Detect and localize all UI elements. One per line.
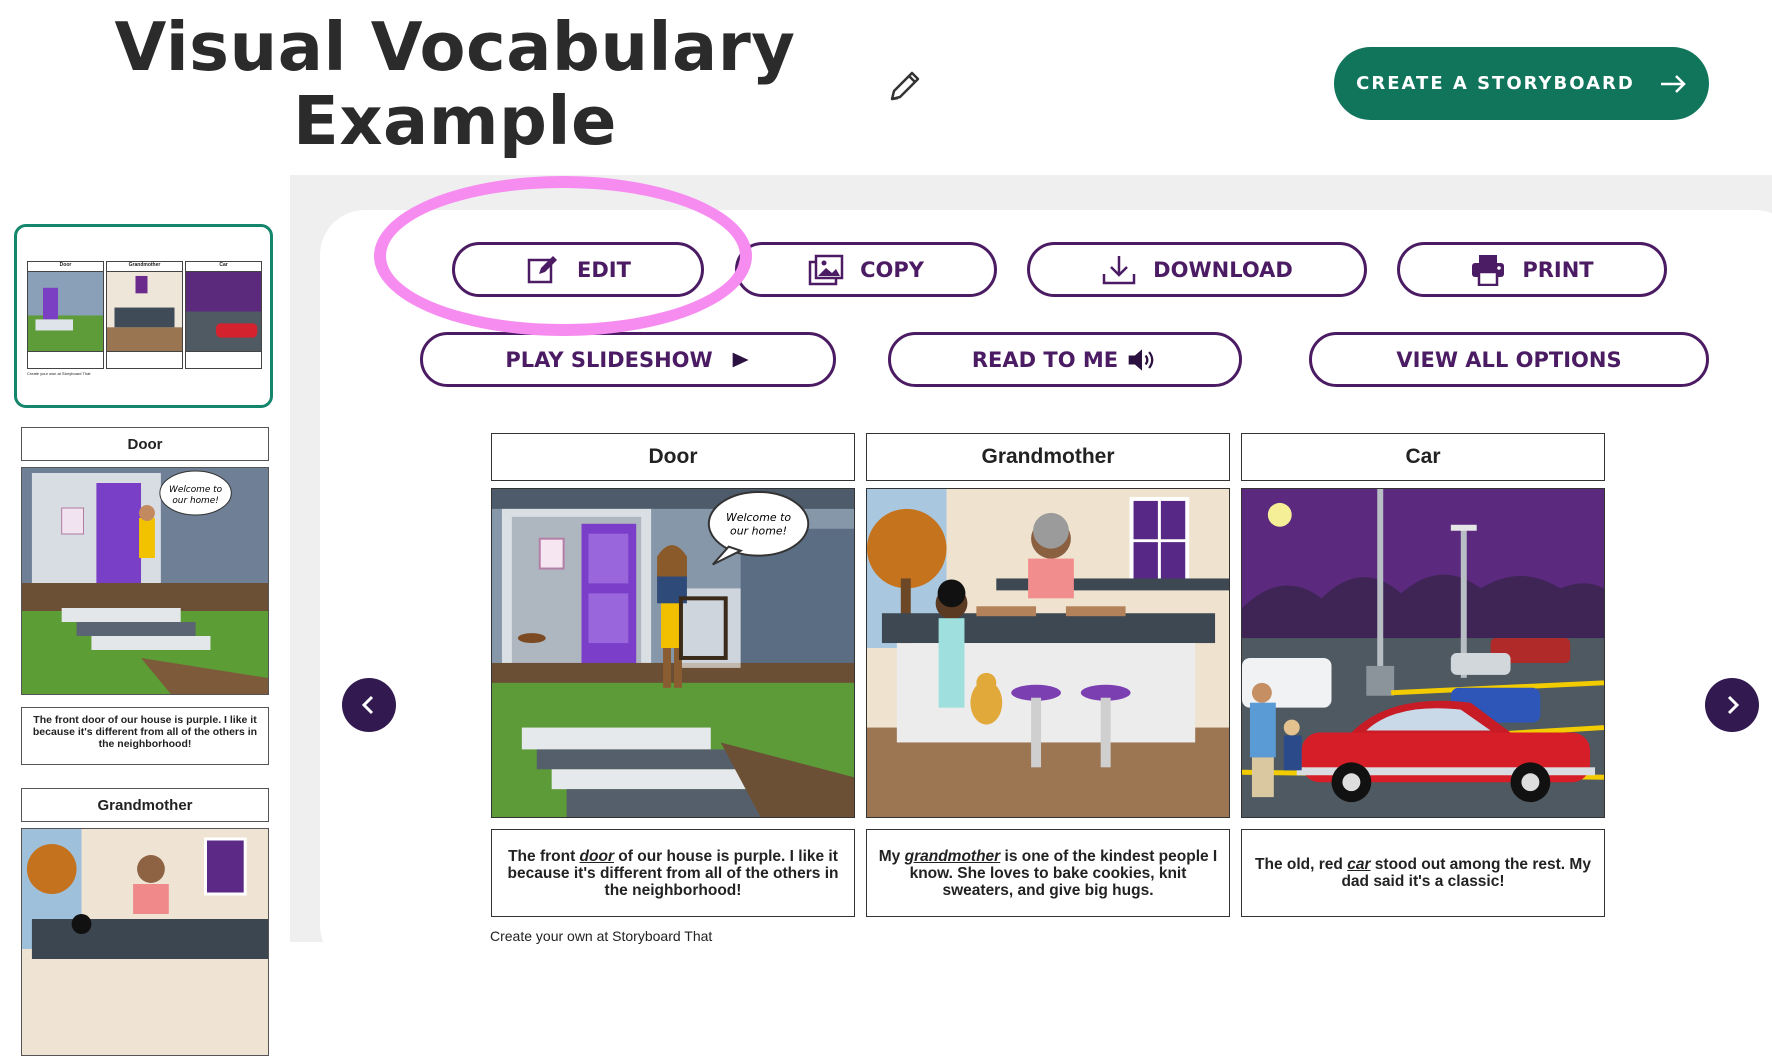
mini-cell: Door [27, 261, 104, 369]
copy-button[interactable]: COPY [735, 242, 997, 297]
cell-keyword: door [579, 847, 614, 865]
view-all-options-label: VIEW ALL OPTIONS [1396, 347, 1622, 372]
cell-text-before: My [878, 847, 905, 865]
cell-title: Car [1241, 433, 1605, 481]
copy-label: COPY [860, 257, 924, 282]
download-button[interactable]: DOWNLOAD [1027, 242, 1367, 297]
svg-text:our home!: our home! [172, 496, 218, 506]
pencil-icon[interactable] [884, 65, 924, 107]
next-slide-button[interactable] [1705, 678, 1759, 732]
download-icon [1102, 255, 1136, 284]
edit-square-icon [527, 255, 558, 283]
play-slideshow-button[interactable]: PLAY SLIDESHOW [420, 332, 836, 387]
printer-icon [1472, 254, 1505, 286]
storyboard-cell-door: Door Welcome to our home! The front door… [491, 433, 855, 917]
print-button[interactable]: PRINT [1397, 242, 1667, 297]
cell-text: My grandmother is one of the kindest peo… [866, 829, 1230, 917]
svg-text:Welcome to: Welcome to [169, 485, 223, 495]
sidebar-panel-title: Door [21, 427, 269, 461]
mini-cell: Car [185, 261, 262, 369]
sidebar-panel-title: Grandmother [21, 788, 269, 822]
mini-scene-grandmother [107, 272, 182, 351]
mini-cell-text [186, 351, 261, 368]
edit-button[interactable]: EDIT [452, 242, 704, 297]
storyboard-thumbnail[interactable]: Door Grandmother Car Create your own at … [14, 224, 273, 408]
play-slideshow-label: PLAY SLIDESHOW [505, 347, 713, 372]
mini-cell-title: Grandmother [107, 262, 182, 272]
cell-scene-grandmother [866, 488, 1230, 818]
mini-footer: Create your own at Storyboard That [27, 371, 91, 376]
view-all-options-button[interactable]: VIEW ALL OPTIONS [1309, 332, 1709, 387]
cell-text: The front door of our house is purple. I… [491, 829, 855, 917]
cell-keyword: car [1347, 856, 1371, 873]
print-label: PRINT [1522, 257, 1594, 282]
cell-title: Grandmother [866, 433, 1230, 481]
storyboard-cell-car: Car The old, red car stood out among the… [1241, 433, 1605, 917]
sidebar-panel-grandmother[interactable]: Grandmother [21, 788, 269, 1056]
read-to-me-button[interactable]: READ TO ME [888, 332, 1242, 387]
play-triangle-icon [732, 352, 749, 367]
prev-slide-button[interactable] [342, 678, 396, 732]
mini-cell-title: Door [28, 262, 103, 272]
cell-title: Door [491, 433, 855, 481]
cell-scene-car [1241, 488, 1605, 818]
download-label: DOWNLOAD [1153, 257, 1293, 282]
mini-storyboard: Door Grandmother Car [27, 261, 262, 369]
cell-keyword: grandmother [904, 847, 1001, 865]
arrow-right-icon [1660, 74, 1686, 93]
sidebar-panel-scene: Welcome to our home! [21, 467, 269, 695]
page-title: Visual Vocabulary Example [114, 8, 796, 160]
cell-text-before: The front [508, 847, 580, 865]
speaker-icon [1128, 348, 1154, 371]
storyboard-cell-grandmother: Grandmother My grandmother is one of the… [866, 433, 1230, 917]
svg-text:our home!: our home! [730, 525, 787, 538]
sidebar-panel-text: The front door of our house is purple. I… [21, 707, 269, 765]
read-to-me-label: READ TO ME [971, 347, 1119, 372]
cell-text-before: The old, red [1255, 856, 1348, 873]
sidebar-panel-scene [21, 828, 269, 1056]
mini-cell-text [107, 351, 182, 368]
svg-text:Welcome to: Welcome to [726, 511, 791, 524]
mini-scene-car [186, 272, 261, 351]
mini-scene-door [28, 272, 103, 351]
chevron-right-icon [1727, 695, 1740, 715]
cell-text-after: stood out among the rest. My dad said it… [1341, 856, 1591, 890]
cell-text: The old, red car stood out among the res… [1241, 829, 1605, 917]
create-storyboard-button[interactable]: CREATE A STORYBOARD [1334, 47, 1709, 120]
mini-cell-text [28, 351, 103, 368]
edit-label: EDIT [577, 257, 631, 282]
image-copy-icon [808, 254, 844, 285]
sidebar-panel-door[interactable]: Door Welcome to our home! The front door… [21, 427, 269, 765]
create-storyboard-label: CREATE A STORYBOARD [1356, 73, 1635, 94]
cell-scene-door: Welcome to our home! [491, 488, 855, 818]
chevron-left-icon [361, 695, 374, 715]
mini-cell: Grandmother [106, 261, 183, 369]
mini-cell-title: Car [186, 262, 261, 272]
